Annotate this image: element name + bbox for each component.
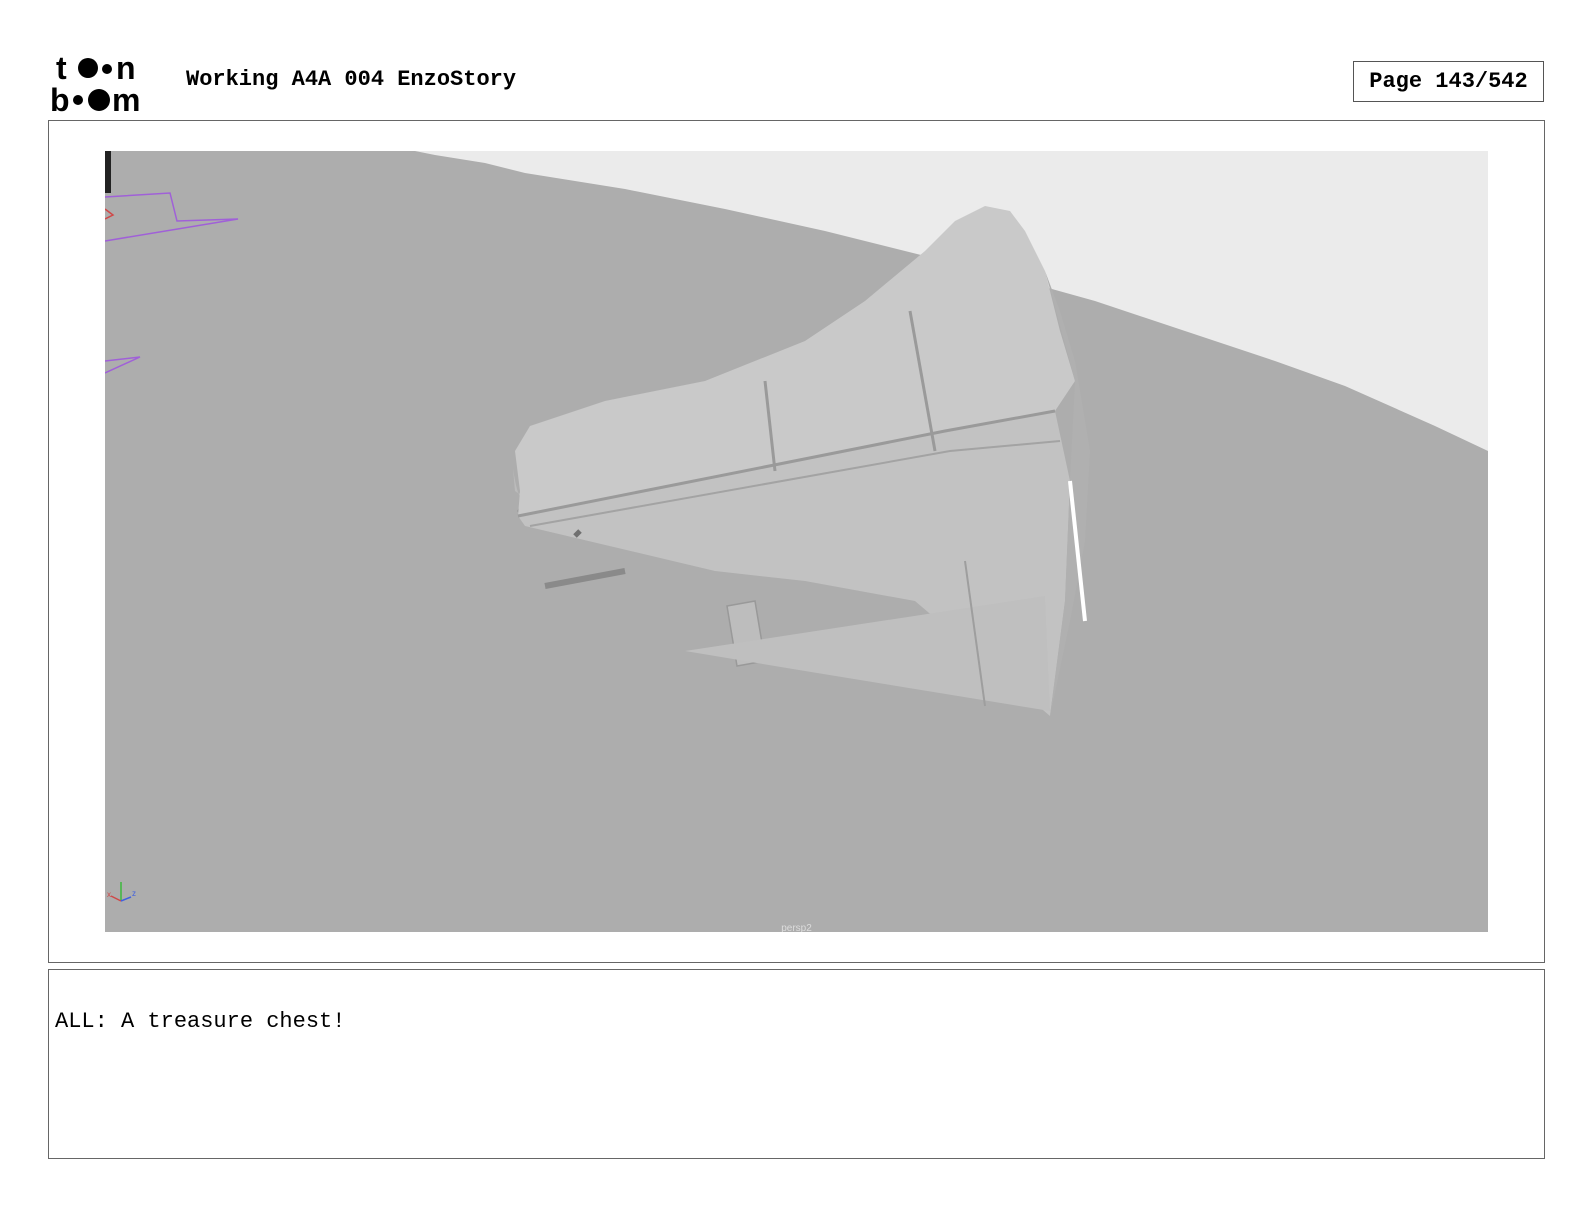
svg-text:n: n — [116, 50, 136, 86]
dialogue-text: ALL: A treasure chest! — [55, 1009, 346, 1034]
page-indicator: Page 143/542 — [1353, 61, 1544, 102]
svg-text:m: m — [112, 82, 140, 114]
toon-boom-logo: t n b m — [50, 50, 140, 114]
panel-image: x z persp2 — [105, 151, 1488, 932]
svg-text:b: b — [50, 82, 70, 114]
camera-label: persp2 — [781, 923, 812, 932]
notes-frame: ALL: A treasure chest! — [48, 969, 1545, 1159]
document-title: Working A4A 004 EnzoStory — [186, 67, 517, 92]
svg-text:t: t — [56, 50, 67, 86]
axis-z-label: z — [132, 889, 136, 898]
axis-x-label: x — [107, 890, 111, 899]
